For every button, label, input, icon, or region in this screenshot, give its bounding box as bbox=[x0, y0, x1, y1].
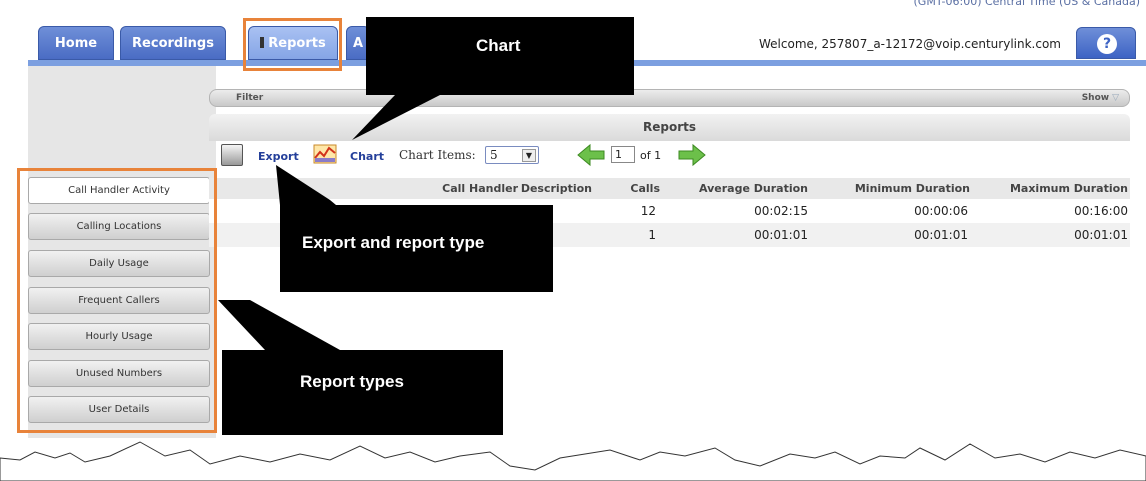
report-types-highlight bbox=[17, 168, 217, 433]
export-callout: Export and report type bbox=[280, 205, 553, 292]
chart-callout: Chart bbox=[366, 17, 634, 95]
report-types-callout-text: Report types bbox=[300, 372, 404, 391]
chart-callout-pointer bbox=[352, 95, 440, 140]
chart-callout-text: Chart bbox=[476, 36, 521, 55]
export-callout-text: Export and report type bbox=[302, 233, 485, 252]
report-types-callout: Report types bbox=[222, 350, 503, 435]
torn-edge bbox=[0, 441, 1146, 481]
report-screen: (GMT-06:00) Central Time (US & Canada) H… bbox=[0, 0, 1146, 481]
reports-tab-highlight bbox=[243, 18, 342, 71]
report-types-callout-pointer bbox=[218, 300, 340, 350]
